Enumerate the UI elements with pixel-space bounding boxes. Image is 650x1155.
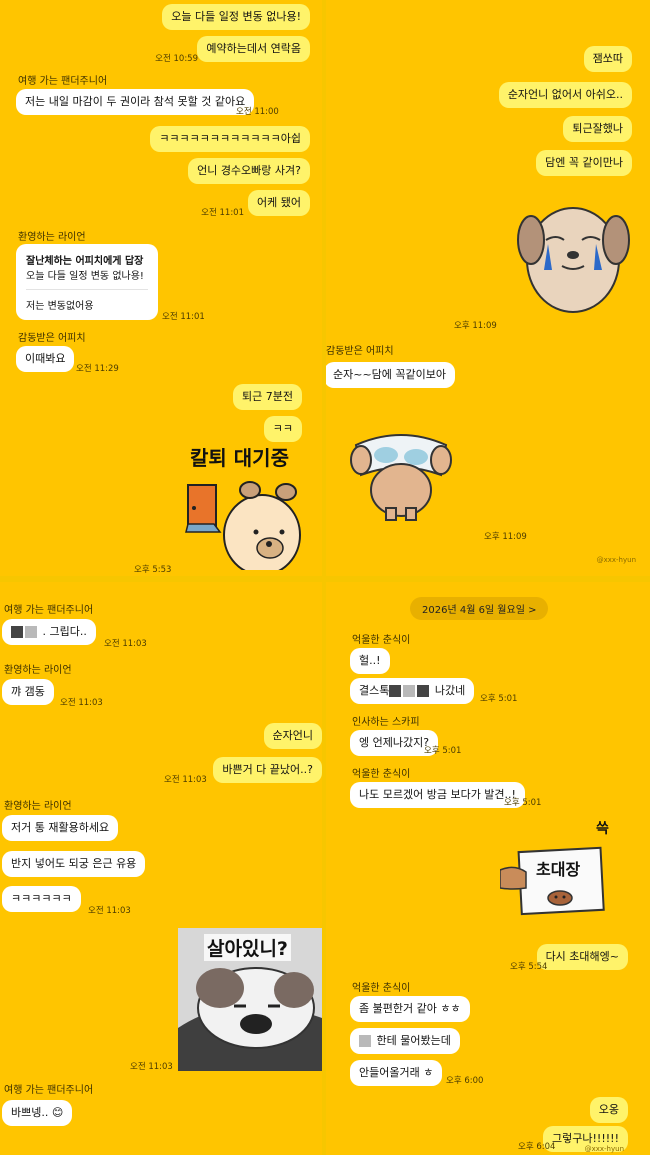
message-incoming[interactable]: 나도 모르겠어 방금 보다가 발견..! [350, 782, 525, 808]
message-text: 결스톡 [359, 684, 390, 697]
message-outgoing[interactable]: 오옹 [589, 1097, 628, 1123]
watermark: @xxx-hyun [596, 556, 636, 564]
message-outgoing[interactable]: 순자언니 [263, 723, 322, 749]
sticker-bear-leaving[interactable]: 칼퇴 대기중 [180, 440, 310, 570]
message-outgoing[interactable]: 예약하는데서 연락옴 [197, 36, 310, 62]
message-outgoing[interactable]: 퇴근잘했나 [563, 116, 632, 142]
message-time: 오후 11:09 [484, 532, 527, 542]
reply-quote: 오늘 다들 일정 변동 없나용! [26, 271, 144, 282]
reply-message[interactable]: 잘난체하는 어피치에게 답장 오늘 다들 일정 변동 없나용! 저는 변동없어용 [16, 244, 158, 320]
message-time: 오전 11:03 [88, 906, 131, 916]
message-incoming[interactable]: 헐..! [350, 648, 390, 674]
sender-name: 감동받은 어피치 [326, 346, 394, 357]
message-time: 오후 11:09 [454, 321, 497, 331]
chat-panel-1[interactable]: 오늘 다들 일정 변동 없나용! 예약하는데서 연락옴 오전 10:59 여행 … [0, 0, 322, 576]
message-outgoing[interactable]: 바쁜거 다 끝났어..? [213, 757, 322, 783]
message-outgoing[interactable]: 순자언니 없어서 아쉬오.. [498, 82, 632, 108]
blurred-name [389, 685, 402, 697]
sender-name: 환영하는 라이언 [18, 232, 86, 243]
message-outgoing[interactable]: 언니 경수오빠랑 사겨? [188, 158, 310, 184]
date-divider[interactable]: 2026년 4월 6일 월요일 > [410, 597, 549, 620]
sender-name: 환영하는 라이언 [4, 801, 72, 812]
message-text: 바쁘넹.. [11, 1106, 49, 1119]
blurred-name [25, 626, 37, 638]
message-time: 오전 11:01 [162, 312, 205, 322]
message-incoming[interactable]: 좀 불편한거 같아 ㅎㅎ [350, 996, 470, 1022]
blurred-name [417, 685, 430, 697]
sender-name: 인사하는 스카피 [352, 717, 420, 728]
chat-panel-4[interactable]: 2026년 4월 6일 월요일 > 억울한 춘식이 헐..! 결스톡 나갔네 오… [326, 582, 650, 1155]
sticker-invitation[interactable]: 쓱 초대장 [500, 818, 630, 918]
message-time: 오후 5:01 [424, 746, 462, 756]
message-time: 오전 11:01 [201, 208, 244, 218]
message-outgoing[interactable]: ㅋㅋ [263, 416, 302, 442]
sender-name: 여행 가는 팬더주니어 [4, 605, 94, 616]
message-time: 오후 5:53 [134, 565, 172, 575]
reply-divider [26, 289, 148, 290]
message-time: 오전 11:03 [130, 1062, 173, 1072]
message-time: 오전 11:00 [236, 107, 279, 117]
message-outgoing[interactable]: 오늘 다들 일정 변동 없나용! [162, 4, 310, 30]
chat-panel-3[interactable]: 여행 가는 팬더주니어 . 그립다.. 오전 11:03 환영하는 라이언 꺄 … [0, 582, 322, 1155]
sender-name: 여행 가는 팬더주니어 [18, 76, 108, 87]
message-time: 오후 5:01 [504, 798, 542, 808]
message-time: 오전 10:59 [155, 54, 198, 64]
reply-title: 잘난체하는 어피치에게 답장 [26, 256, 144, 267]
message-time: 오후 5:54 [510, 962, 548, 972]
smile-emoji-icon: 😊 [51, 1106, 64, 1119]
message-outgoing[interactable]: 어케 됐어 [248, 190, 310, 216]
sticker-caption: 초대장 [536, 860, 581, 879]
message-incoming[interactable]: 이때봐요 [16, 346, 75, 372]
watermark: @xxx-hyun [584, 1145, 624, 1153]
message-outgoing[interactable]: 잼쏘따 [583, 46, 632, 72]
message-incoming[interactable]: 저거 통 재활용하세요 [2, 815, 119, 841]
blurred-name [403, 685, 416, 697]
blurred-name [11, 626, 23, 638]
message-outgoing[interactable]: 퇴근 7분전 [233, 384, 302, 410]
sticker-dog-alive[interactable]: 살아있니? [178, 928, 322, 1071]
message-incoming[interactable]: 바쁘넹.. 😊 [2, 1100, 73, 1126]
message-text: 한테 물어봤는데 [376, 1034, 451, 1047]
bear-door-icon [185, 481, 301, 570]
sender-name: 억울한 춘식이 [352, 769, 411, 780]
sticker-caption: 살아있니? [204, 934, 291, 961]
sender-name: 여행 가는 팬더주니어 [4, 1085, 94, 1096]
chat-panel-2[interactable]: 잼쏘따 순자언니 없어서 아쉬오.. 퇴근잘했나 담엔 꼭 같이만나 오후 11… [326, 0, 650, 576]
message-time: 오전 11:29 [76, 364, 119, 374]
message-incoming[interactable]: 저는 내일 마감이 두 권이라 참석 못할 것 같아요 [16, 89, 255, 115]
message-incoming[interactable]: ㅋㅋㅋㅋㅋㅋ [2, 886, 81, 912]
crying-dog-sticker-icon[interactable] [516, 200, 631, 320]
message-incoming[interactable]: 한테 물어봤는데 [350, 1028, 460, 1054]
message-time: 오후 6:04 [518, 1142, 556, 1152]
message-time: 오후 6:00 [446, 1076, 484, 1086]
message-time: 오전 11:03 [104, 639, 147, 649]
sender-name: 억울한 춘식이 [352, 983, 411, 994]
message-time: 오전 11:03 [60, 698, 103, 708]
message-incoming[interactable]: 꺄 갬동 [2, 679, 54, 705]
blanket-dog-sticker-icon[interactable] [346, 420, 456, 525]
message-outgoing[interactable]: 다시 초대해엥~ [536, 944, 628, 970]
message-incoming[interactable]: 안들어올거래 ㅎ [350, 1060, 443, 1086]
message-outgoing[interactable]: ㅋㅋㅋㅋㅋㅋㅋㅋㅋㅋㅋㅋ아쉽 [150, 126, 310, 152]
sender-name: 억울한 춘식이 [352, 635, 411, 646]
sender-name: 감동받은 어피치 [18, 333, 86, 344]
message-incoming[interactable]: . 그립다.. [2, 619, 96, 645]
message-text: 나갔네 [434, 684, 466, 697]
message-text: . 그립다.. [42, 625, 87, 638]
blurred-name [359, 1035, 371, 1047]
message-outgoing[interactable]: 담엔 꼭 같이만나 [536, 150, 632, 176]
sender-name: 환영하는 라이언 [4, 665, 72, 676]
message-time: 오전 11:03 [164, 775, 207, 785]
message-incoming[interactable]: 결스톡 나갔네 [350, 678, 475, 704]
message-time: 오후 5:01 [480, 694, 518, 704]
message-incoming[interactable]: 반지 넣어도 되궁 은근 유용 [2, 851, 146, 877]
reply-body: 저는 변동없어용 [26, 301, 94, 312]
message-incoming[interactable]: 순자~~담에 꼭같이보아 [326, 362, 456, 388]
